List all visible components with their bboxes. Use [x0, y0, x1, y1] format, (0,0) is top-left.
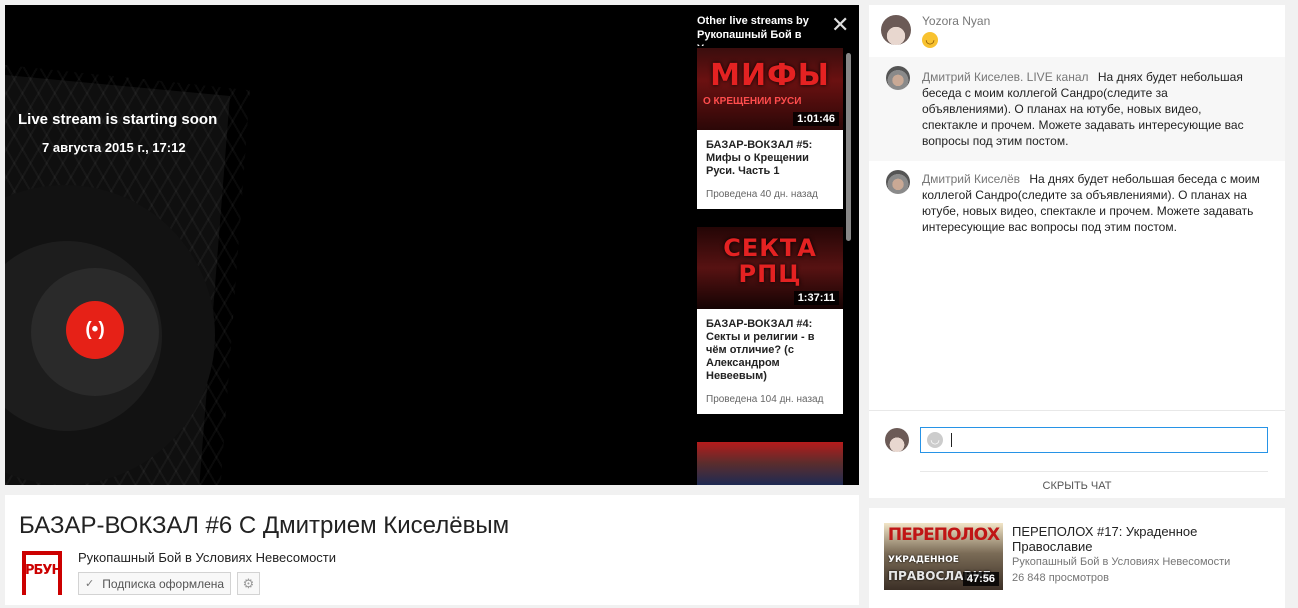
- hide-chat-button[interactable]: СКРЫТЬ ЧАТ: [869, 480, 1285, 492]
- duration-badge: 1:37:11: [793, 291, 839, 305]
- check-icon: ✓: [85, 578, 95, 590]
- thumbnail-text: СЕКТА РПЦ: [723, 234, 817, 288]
- smiling-face-emoji: ◡: [922, 32, 938, 48]
- chat-message: Дмитрий Киселев. LIVE канал На днях буде…: [869, 57, 1285, 161]
- stream-thumbnail[interactable]: [697, 442, 843, 485]
- thumbnail-text: МИФЫ: [710, 58, 830, 93]
- avatar[interactable]: [886, 170, 910, 194]
- other-streams-title: Other live streams by Рукопашный Бой в У…: [697, 15, 809, 46]
- chat-message-body: Дмитрий Киселев. LIVE канал На днях буде…: [922, 69, 1252, 149]
- chat-author[interactable]: Дмитрий Киселёв: [922, 172, 1020, 186]
- stream-title[interactable]: БАЗАР-ВОКЗАЛ #5: Мифы о Крещении Руси. Ч…: [706, 139, 834, 178]
- overlay-scrollbar[interactable]: [846, 53, 851, 241]
- stream-card[interactable]: СЕКТА РПЦ 1:37:11 БАЗАР-ВОКЗАЛ #4: Секты…: [697, 227, 843, 414]
- thumbnail-text: ПЕРЕПОЛОХ: [887, 525, 1000, 545]
- stream-thumbnail[interactable]: СЕКТА РПЦ 1:37:11: [697, 227, 843, 309]
- text-caret: [951, 433, 952, 447]
- avatar: [885, 428, 909, 452]
- stream-card[interactable]: МИФЫ О КРЕЩЕНИИ РУСИ 1:01:46 БАЗАР-ВОКЗА…: [697, 48, 843, 209]
- chat-compose-area: ◡ СКРЫТЬ ЧАТ: [869, 410, 1285, 499]
- stream-card[interactable]: [697, 442, 843, 485]
- live-chat-panel: Yozora Nyan ◡ Дмитрий Киселев. LIVE кана…: [869, 5, 1285, 498]
- chat-author[interactable]: Дмитрий Киселев. LIVE канал: [922, 70, 1089, 84]
- stream-meta: Проведена 104 дн. назад: [706, 394, 824, 405]
- video-info-panel: БАЗАР-ВОКЗАЛ #6 С Дмитрием Киселёвым РБУ…: [5, 495, 859, 605]
- video-title: БАЗАР-ВОКЗАЛ #6 С Дмитрием Киселёвым: [19, 512, 510, 539]
- avatar[interactable]: [881, 15, 911, 45]
- chat-input[interactable]: ◡: [920, 427, 1268, 453]
- channel-logo[interactable]: РБУН: [22, 549, 66, 595]
- close-icon[interactable]: ✕: [831, 14, 849, 36]
- duration-badge: 47:56: [962, 572, 999, 586]
- stream-status-title: Live stream is starting soon: [18, 111, 218, 128]
- related-channel: Рукопашный Бой в Условиях Невесомости: [1012, 556, 1231, 568]
- video-player[interactable]: (•) Live stream is starting soon 7 авгус…: [5, 5, 859, 485]
- thumbnail-subtext: УКРАДЕННОЕ: [888, 555, 959, 565]
- channel-name-link[interactable]: Рукопашный Бой в Условиях Невесомости: [78, 550, 336, 565]
- stream-title[interactable]: БАЗАР-ВОКЗАЛ #4: Секты и религии - в чём…: [706, 318, 834, 383]
- related-views: 26 848 просмотров: [1012, 572, 1109, 584]
- divider: [920, 471, 1268, 472]
- duration-badge: 1:01:46: [793, 112, 839, 126]
- channel-logo-text: РБУН: [25, 563, 62, 578]
- subscribed-button[interactable]: ✓ Подписка оформлена: [78, 572, 232, 595]
- related-video-item[interactable]: ПЕРЕПОЛОХ УКРАДЕННОЕ ПРАВОСЛАВИЕ 47:56 П…: [869, 508, 1285, 608]
- chat-message: Дмитрий Киселёв На днях будет небольшая …: [869, 161, 1285, 271]
- live-broadcast-icon[interactable]: (•): [66, 301, 124, 359]
- emoji-picker-icon[interactable]: ◡: [927, 432, 943, 448]
- chat-message-body: Дмитрий Киселёв На днях будет небольшая …: [922, 171, 1267, 235]
- stream-meta: Проведена 40 дн. назад: [706, 189, 818, 200]
- chat-author[interactable]: Yozora Nyan: [922, 14, 990, 28]
- subscribed-label: Подписка оформлена: [102, 576, 225, 591]
- related-title[interactable]: ПЕРЕПОЛОХ #17: Украденное Православие: [1012, 524, 1232, 554]
- gear-icon[interactable]: ⚙: [237, 572, 260, 595]
- thumbnail-subtext: О КРЕЩЕНИИ РУСИ: [703, 96, 802, 107]
- related-thumbnail[interactable]: ПЕРЕПОЛОХ УКРАДЕННОЕ ПРАВОСЛАВИЕ 47:56: [884, 523, 1003, 590]
- avatar[interactable]: [886, 66, 910, 90]
- stream-thumbnail[interactable]: МИФЫ О КРЕЩЕНИИ РУСИ 1:01:46: [697, 48, 843, 130]
- stream-start-date: 7 августа 2015 г., 17:12: [42, 140, 186, 155]
- chat-message: Yozora Nyan ◡: [869, 5, 1285, 57]
